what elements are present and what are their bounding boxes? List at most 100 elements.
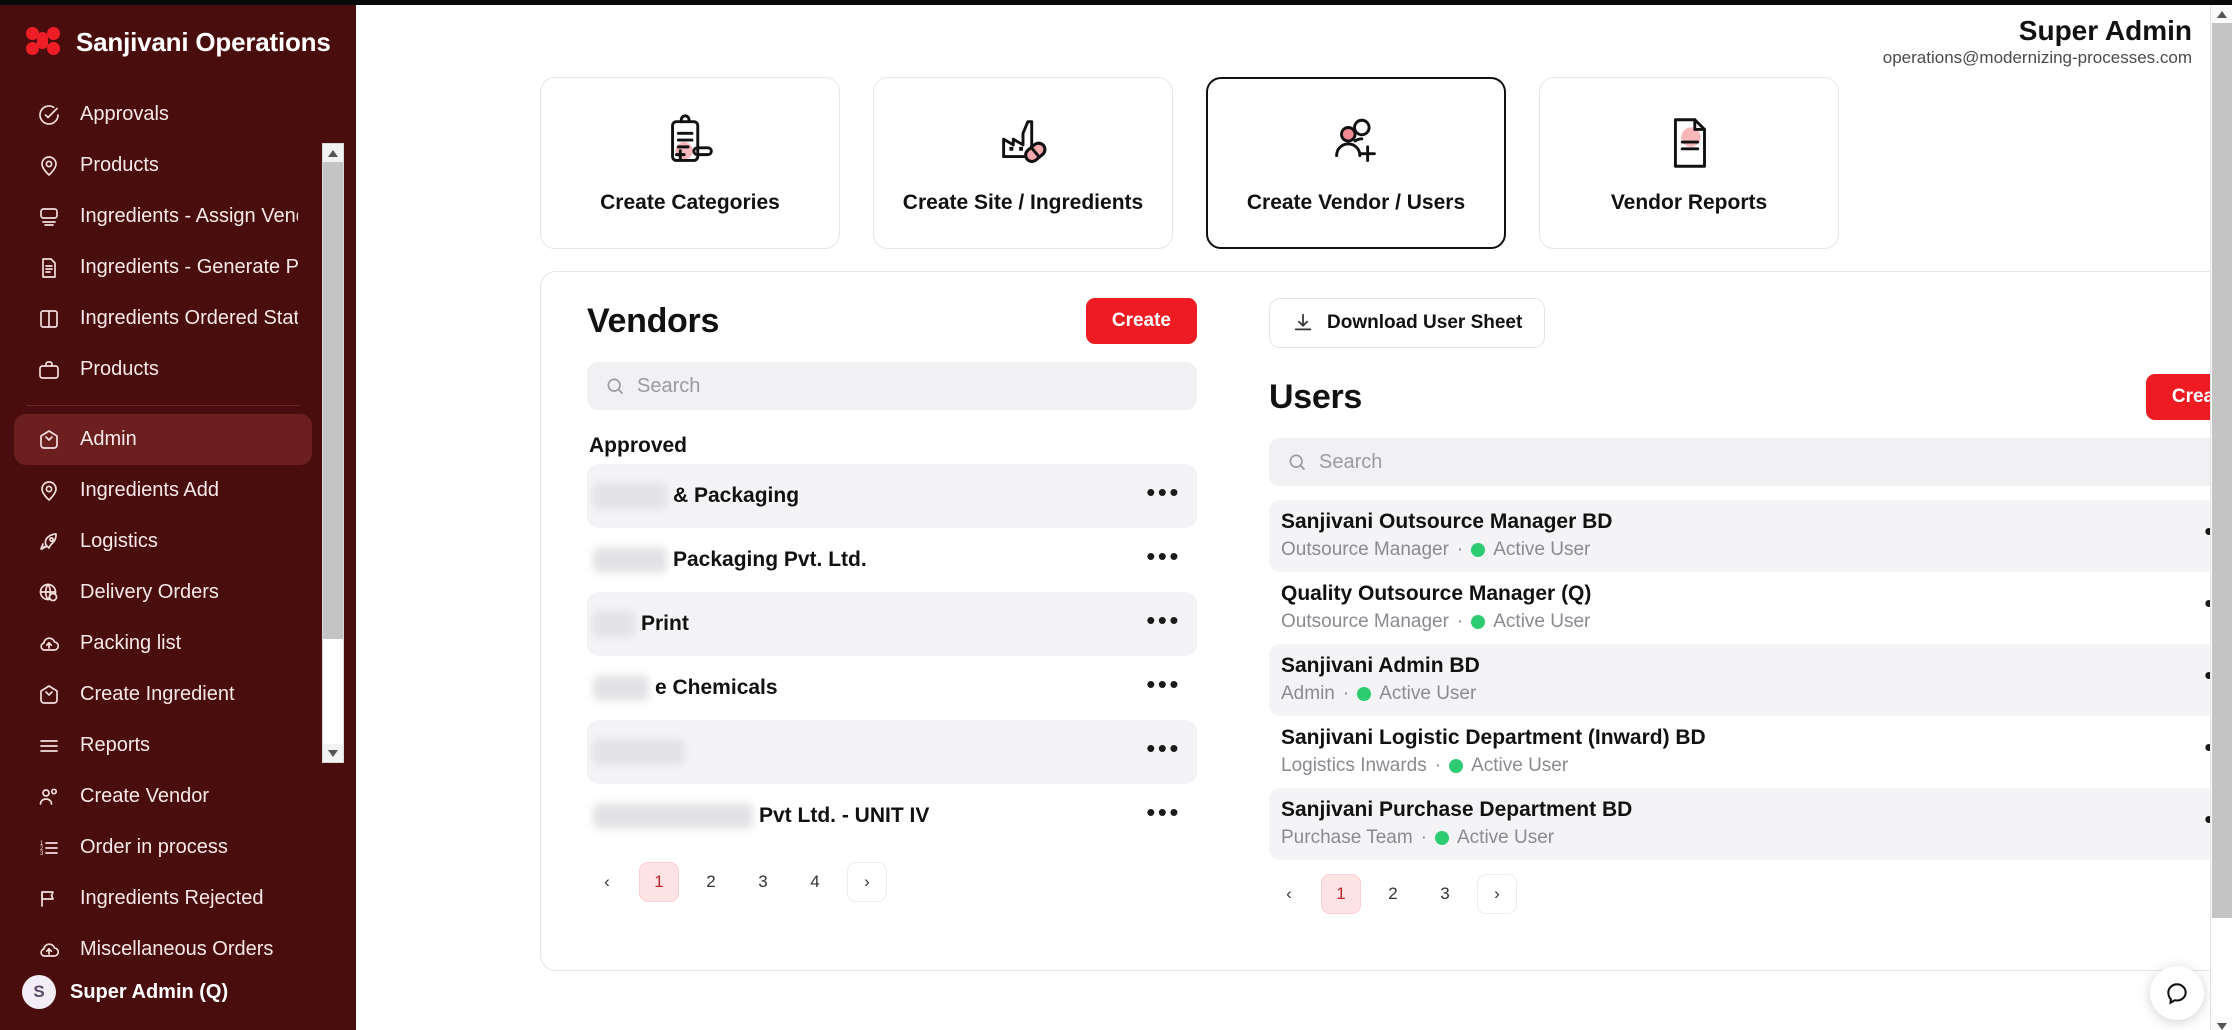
user-meta: Admin·Active User: [1281, 683, 1480, 705]
vendor-row-menu-icon[interactable]: •••: [1146, 799, 1181, 834]
sidebar-item-create-ingredient[interactable]: Create Ingredient: [14, 669, 312, 720]
sidebar-scrollbar-thumb[interactable]: [323, 162, 343, 639]
sidebar-nav-scroll: Approvals Products Ingredients - Assign Ve…: [0, 83, 356, 960]
topbar-user-name: Super Admin: [1883, 15, 2192, 47]
vendors-prev-page[interactable]: ‹: [587, 862, 627, 902]
vendor-row[interactable]: e Chemicals•••: [587, 656, 1197, 720]
sidebar-item-packing-list[interactable]: Packing list: [14, 618, 312, 669]
sidebar-item-reports[interactable]: Reports: [14, 720, 312, 771]
vendors-page-3[interactable]: 3: [743, 862, 783, 902]
vendor-row-menu-icon[interactable]: •••: [1146, 735, 1181, 770]
scroll-up-arrow-icon[interactable]: [323, 144, 343, 162]
card-vendor-reports[interactable]: Vendor Reports: [1539, 77, 1839, 249]
page-scroll-down-icon[interactable]: [2212, 1017, 2232, 1030]
sidebar-item-admin[interactable]: Admin: [14, 414, 312, 465]
sidebar-item-label: Products: [80, 154, 159, 177]
book-icon: [36, 306, 62, 332]
page-scroll-up-icon[interactable]: [2212, 5, 2232, 23]
user-name: Sanjivani Admin BD: [1281, 654, 1480, 677]
vendors-header: Vendors Create: [587, 298, 1197, 344]
vendor-row[interactable]: Packaging Pvt. Ltd.•••: [587, 528, 1197, 592]
monitor-icon: [36, 204, 62, 230]
sidebar-item-create-vendor[interactable]: Create Vendor: [14, 771, 312, 822]
vendors-search-input[interactable]: Search: [587, 362, 1197, 410]
vendor-row[interactable]: Print•••: [587, 592, 1197, 656]
sidebar-item-products[interactable]: Products: [14, 140, 312, 191]
vendors-search-placeholder: Search: [637, 375, 700, 398]
avatar: S: [22, 975, 56, 1009]
sidebar-item-products[interactable]: Products: [14, 344, 312, 395]
user-role: Admin: [1281, 683, 1335, 705]
user-name: Sanjivani Purchase Department BD: [1281, 798, 1632, 821]
vendor-name-text: & Packaging: [673, 484, 799, 508]
user-info: Quality Outsource Manager (Q)Outsource M…: [1281, 582, 1591, 633]
sidebar-item-approvals[interactable]: Approvals: [14, 89, 312, 140]
card-label: Vendor Reports: [1611, 191, 1767, 215]
card-create-vendor-users[interactable]: Create Vendor / Users: [1206, 77, 1506, 249]
users-page-3[interactable]: 3: [1425, 874, 1465, 914]
vendor-row-menu-icon[interactable]: •••: [1146, 479, 1181, 514]
sidebar-item-logistics[interactable]: Logistics: [14, 516, 312, 567]
vendors-group-label: Approved: [589, 434, 1197, 458]
user-row[interactable]: Sanjivani Logistic Department (Inward) B…: [1269, 716, 2232, 788]
clipboard-plus-icon: [659, 111, 721, 175]
sidebar-item-delivery-orders[interactable]: Delivery Orders: [14, 567, 312, 618]
vendor-row[interactable]: •••: [587, 720, 1197, 784]
vendors-column: Vendors Create Search Approved & Packagi…: [541, 272, 1231, 970]
page-scrollbar-track[interactable]: [2212, 23, 2232, 1017]
user-row[interactable]: Sanjivani Admin BDAdmin·Active User•••: [1269, 644, 2232, 716]
sidebar-item-label: Approvals: [80, 103, 169, 126]
sidebar-item-label: Ingredients Add: [80, 479, 219, 502]
rocket-icon: [36, 529, 62, 555]
sidebar-item-ingredients-assign-vend[interactable]: Ingredients - Assign Vend: [14, 191, 312, 242]
users-prev-page[interactable]: ‹: [1269, 874, 1309, 914]
user-info: Sanjivani Outsource Manager BDOutsource …: [1281, 510, 1612, 561]
vendors-create-button[interactable]: Create: [1086, 298, 1197, 344]
user-row[interactable]: Quality Outsource Manager (Q)Outsource M…: [1269, 572, 2232, 644]
vendors-users-panel: Vendors Create Search Approved & Packagi…: [540, 271, 2232, 971]
vendor-row-menu-icon[interactable]: •••: [1146, 543, 1181, 578]
meta-separator: ·: [1343, 683, 1349, 705]
card-create-categories[interactable]: Create Categories: [540, 77, 840, 249]
sidebar-item-ingredients-rejected[interactable]: Ingredients Rejected: [14, 873, 312, 924]
sidebar-item-ingredients-add[interactable]: Ingredients Add: [14, 465, 312, 516]
vendors-next-page[interactable]: ›: [847, 862, 887, 902]
sidebar-user-footer[interactable]: S Super Admin (Q): [0, 960, 356, 1030]
card-create-site-ingredients[interactable]: Create Site / Ingredients: [873, 77, 1173, 249]
brand[interactable]: Sanjivani Operations: [0, 5, 356, 83]
vendors-page-1[interactable]: 1: [639, 862, 679, 902]
users-page-1[interactable]: 1: [1321, 874, 1361, 914]
users-page-2[interactable]: 2: [1373, 874, 1413, 914]
download-user-sheet-button[interactable]: Download User Sheet: [1269, 298, 1545, 348]
users-next-page[interactable]: ›: [1477, 874, 1517, 914]
chat-bubble-icon: [2164, 980, 2190, 1006]
user-name: Sanjivani Logistic Department (Inward) B…: [1281, 726, 1706, 749]
sidebar-item-order-in-process[interactable]: 123Order in process: [14, 822, 312, 873]
user-row[interactable]: Sanjivani Outsource Manager BDOutsource …: [1269, 500, 2232, 572]
user-row[interactable]: Sanjivani Purchase Department BDPurchase…: [1269, 788, 2232, 860]
sidebar-scrollbar-track[interactable]: [323, 162, 343, 744]
user-name: Sanjivani Outsource Manager BD: [1281, 510, 1612, 533]
sidebar-item-label: Ingredients Rejected: [80, 887, 263, 910]
vendor-row[interactable]: & Packaging •••: [587, 464, 1197, 528]
status-dot-icon: [1471, 543, 1485, 557]
vendor-row-menu-icon[interactable]: •••: [1146, 607, 1181, 642]
users-search-input[interactable]: Search: [1269, 438, 2232, 486]
meta-separator: ·: [1457, 611, 1463, 633]
user-info: Sanjivani Admin BDAdmin·Active User: [1281, 654, 1480, 705]
vendors-page-4[interactable]: 4: [795, 862, 835, 902]
vendors-page-2[interactable]: 2: [691, 862, 731, 902]
page-scrollbar-thumb[interactable]: [2212, 23, 2232, 918]
scroll-down-arrow-icon[interactable]: [323, 744, 343, 762]
sidebar-item-ingredients-ordered-statu[interactable]: Ingredients Ordered Statu: [14, 293, 312, 344]
vendor-row-menu-icon[interactable]: •••: [1146, 671, 1181, 706]
chat-fab-button[interactable]: [2150, 966, 2204, 1020]
vendor-row[interactable]: Pvt Ltd. - UNIT IV•••: [587, 784, 1197, 848]
meta-separator: ·: [1435, 755, 1441, 777]
sidebar-item-miscellaneous-orders[interactable]: Miscellaneous Orders: [14, 924, 312, 960]
page-scrollbar[interactable]: [2210, 5, 2232, 1030]
sidebar-scrollbar[interactable]: [322, 143, 344, 763]
app-root: Sanjivani Operations ApprovalsProductsIn…: [0, 0, 2232, 1030]
sidebar-item-ingredients-generate-po[interactable]: Ingredients - Generate PO: [14, 242, 312, 293]
user-role: Logistics Inwards: [1281, 755, 1427, 777]
